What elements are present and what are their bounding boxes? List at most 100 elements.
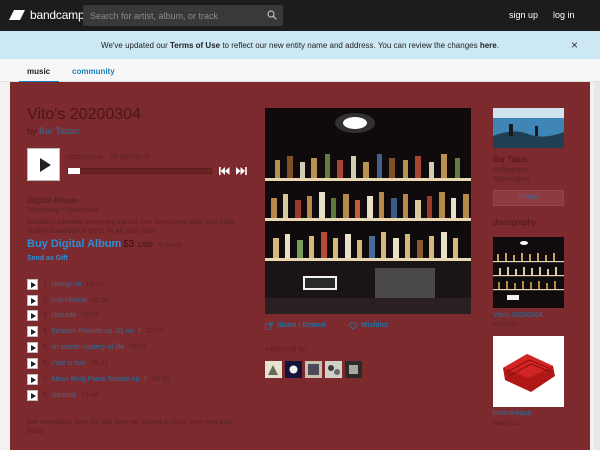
track-duration: 04:24 bbox=[86, 281, 104, 288]
track-play-button[interactable] bbox=[27, 326, 38, 337]
search-icon[interactable] bbox=[267, 10, 277, 20]
wishlist-link[interactable]: Wishlist bbox=[361, 322, 388, 329]
band-location: Bellingham, Washington bbox=[493, 167, 530, 183]
terms-of-use-link[interactable]: Terms of Use bbox=[170, 41, 220, 50]
fan-avatar[interactable] bbox=[345, 361, 362, 378]
track-play-button[interactable] bbox=[27, 342, 38, 353]
track-number: 8. bbox=[43, 392, 49, 399]
bar-shelves-image bbox=[265, 108, 471, 314]
discography-heading: discography bbox=[493, 218, 537, 227]
track-number: 6. bbox=[43, 360, 49, 367]
track-title-link[interactable]: cobrelencia bbox=[51, 297, 87, 304]
digital-album-subtitle: Streaming + Download bbox=[27, 207, 99, 214]
band-photo-image bbox=[493, 108, 564, 148]
share-icon[interactable] bbox=[265, 322, 273, 330]
notice-text: We've updated our Terms of Use to reflec… bbox=[101, 41, 499, 50]
track-title-link[interactable]: charade bbox=[51, 312, 76, 319]
track-play-button[interactable] bbox=[27, 390, 38, 401]
track-play-button[interactable] bbox=[27, 294, 38, 306]
track-duration: 03:44 bbox=[80, 392, 99, 399]
discography-album-date: Mar 2012 bbox=[493, 421, 519, 427]
bandcamp-logo[interactable]: bandcamp bbox=[9, 8, 85, 22]
track-title-link[interactable]: oh sweet mystery of life bbox=[51, 344, 124, 351]
track-number: 4. bbox=[43, 328, 49, 335]
now-playing-track: cobrelencia bbox=[67, 154, 103, 161]
track-row: 7. Alban Berg Piano Sonata op. 1 04:30 bbox=[27, 374, 237, 386]
track-row: 3. charade 09:25 bbox=[27, 310, 237, 322]
discography-album-cover[interactable] bbox=[493, 237, 564, 308]
previous-track-icon[interactable] bbox=[219, 167, 230, 175]
close-icon[interactable]: × bbox=[571, 39, 578, 51]
track-row: 4. Scriabin Prelude op. 31 no. 1 02:22 bbox=[27, 326, 237, 338]
track-number: 5. bbox=[43, 344, 49, 351]
track-row: 6. c'est si bon 05:41 bbox=[27, 358, 237, 370]
fan-avatar[interactable] bbox=[285, 361, 302, 378]
track-title-link[interactable]: Scriabin Prelude op. 31 no. 1 bbox=[51, 328, 141, 335]
track-title-link[interactable]: c'est si bon bbox=[51, 360, 86, 367]
album-about-text: live recordings from the last time we pl… bbox=[27, 419, 232, 435]
album-title: Vito's 20200304 bbox=[27, 106, 141, 123]
track-row: 5. oh sweet mystery of life 06:21 bbox=[27, 342, 237, 354]
discography-album-date: Mar 2021 bbox=[493, 322, 519, 328]
track-duration: 02:22 bbox=[146, 328, 164, 335]
digital-album-description: Includes unlimited streaming via the fre… bbox=[27, 219, 236, 235]
track-duration: 02:35 bbox=[91, 296, 110, 304]
track-play-button[interactable] bbox=[27, 374, 38, 385]
by-line: by Bar Tabac bbox=[27, 126, 80, 136]
track-row: 8. stardust 03:44 bbox=[27, 390, 237, 402]
track-play-button[interactable] bbox=[27, 310, 38, 321]
signup-link[interactable]: sign up bbox=[509, 10, 538, 20]
discography-album-title[interactable]: Vito's 20200304 bbox=[493, 312, 543, 319]
artist-link[interactable]: Bar Tabac bbox=[39, 126, 79, 136]
track-row: 1. shangri la 04:24 bbox=[27, 279, 237, 291]
login-link[interactable]: log in bbox=[553, 10, 575, 20]
album-cover-art[interactable] bbox=[265, 108, 471, 314]
share-embed-link[interactable]: Share / Embed bbox=[277, 322, 326, 329]
track-number: 1. bbox=[43, 281, 49, 288]
search-input[interactable] bbox=[83, 5, 259, 26]
buy-digital-album-link[interactable]: Buy Digital Album bbox=[27, 238, 121, 250]
search-box bbox=[83, 5, 283, 26]
supported-by-label: supported by bbox=[265, 346, 306, 353]
logo-text: bandcamp bbox=[30, 8, 85, 22]
track-row: 2. cobrelencia 02:35 bbox=[27, 294, 237, 307]
top-bar: bandcamp sign up log in bbox=[0, 0, 600, 31]
progress-knob[interactable] bbox=[68, 168, 80, 174]
fan-avatar[interactable] bbox=[305, 361, 322, 378]
digital-album-title: Digital Album bbox=[27, 196, 79, 205]
tab-community[interactable]: community bbox=[72, 67, 115, 76]
next-track-icon[interactable] bbox=[236, 167, 247, 175]
play-button[interactable] bbox=[27, 148, 60, 181]
discography-album-cover[interactable] bbox=[493, 336, 564, 407]
page-scrollbar[interactable] bbox=[594, 82, 600, 450]
buy-price: $3 bbox=[123, 239, 135, 250]
bandcamp-logo-icon bbox=[9, 10, 25, 20]
track-title-link[interactable]: shangri la bbox=[51, 281, 81, 288]
terms-notice-banner: We've updated our Terms of Use to reflec… bbox=[0, 31, 600, 59]
track-duration: 06:21 bbox=[129, 344, 147, 351]
band-name[interactable]: Bar Tabac bbox=[493, 155, 529, 164]
discography-album-title[interactable]: bistrotheque bbox=[493, 410, 532, 417]
track-play-button[interactable] bbox=[27, 279, 38, 290]
track-number: 7. bbox=[43, 376, 49, 383]
track-title-link[interactable]: Alban Berg Piano Sonata op. 1 bbox=[51, 376, 147, 383]
track-play-button[interactable] bbox=[27, 358, 38, 369]
fan-avatar[interactable] bbox=[325, 361, 342, 378]
track-number: 2. bbox=[43, 296, 49, 304]
track-title-link[interactable]: stardust bbox=[51, 392, 76, 399]
changes-here-link[interactable]: here bbox=[480, 41, 497, 50]
heart-icon[interactable] bbox=[349, 322, 357, 330]
band-photo[interactable] bbox=[493, 108, 564, 148]
tab-bar: music community bbox=[0, 59, 600, 83]
follow-button[interactable]: Follow bbox=[493, 190, 564, 206]
send-as-gift-link[interactable]: Send as Gift bbox=[27, 255, 68, 262]
tab-music[interactable]: music bbox=[27, 67, 50, 76]
buy-currency: USD bbox=[138, 242, 153, 249]
or-more-label: or more bbox=[158, 242, 183, 249]
track-duration: 04:30 bbox=[152, 376, 170, 383]
track-number: 3. bbox=[43, 312, 49, 319]
track-duration: 09:25 bbox=[81, 312, 99, 319]
fan-avatar[interactable] bbox=[265, 361, 282, 378]
progress-bar[interactable] bbox=[67, 168, 212, 174]
now-playing-time: 00:00 / 02:35 bbox=[110, 154, 151, 161]
